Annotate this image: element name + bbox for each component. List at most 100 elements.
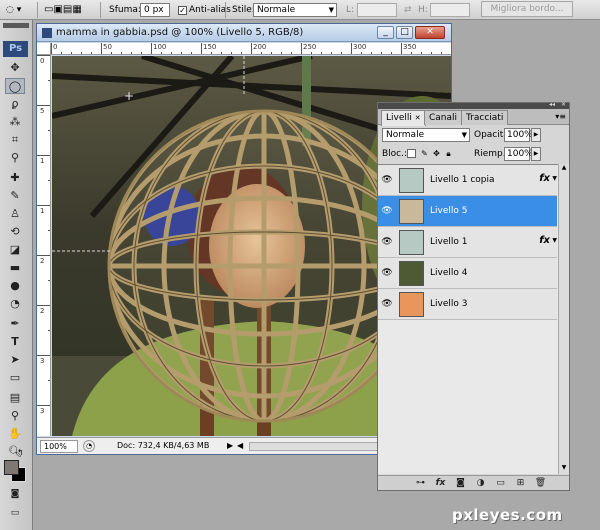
crop-tool-icon[interactable]: ⌗ <box>5 132 25 148</box>
panel-grip[interactable] <box>3 23 29 28</box>
divider <box>225 2 226 18</box>
feather-input[interactable]: 0 px <box>140 3 170 17</box>
clone-stamp-tool-icon[interactable]: ♙ <box>5 206 25 222</box>
close-icon[interactable]: ✕ <box>561 101 566 108</box>
tab-tracciati[interactable]: Tracciati <box>461 110 509 125</box>
add-mask-icon[interactable]: ◙ <box>454 477 467 489</box>
swap-colors-icon[interactable]: ↰ <box>17 448 24 457</box>
scroll-left-icon[interactable]: ◀ <box>237 441 243 450</box>
fill-input[interactable]: 100% <box>504 147 533 161</box>
fx-icon[interactable]: fx <box>539 235 550 246</box>
status-arrow-icon[interactable]: ▶ <box>227 441 233 450</box>
layer-row[interactable]: 👁︎ Livello 5 <box>378 196 557 227</box>
ruler-origin[interactable] <box>37 43 51 55</box>
tab-label: Livelli <box>386 113 412 123</box>
layer-row[interactable]: 👁︎ Livello 3 <box>378 289 557 320</box>
ruler-label: 0 <box>40 57 45 65</box>
new-layer-icon[interactable]: ⊞ <box>514 477 527 489</box>
eye-icon[interactable]: 👁︎ <box>380 297 394 311</box>
layer-name: Livello 3 <box>430 299 468 309</box>
maximize-button[interactable]: □ <box>396 26 413 39</box>
ruler-label: 1 <box>40 157 45 165</box>
minimize-button[interactable]: _ <box>377 26 394 39</box>
blur-tool-icon[interactable]: ● <box>5 278 25 294</box>
chevron-down-icon[interactable]: ▼ <box>552 175 557 182</box>
brush-tool-icon[interactable]: ✎ <box>5 188 25 204</box>
height-label: H: <box>418 5 428 15</box>
hand-tool-icon[interactable]: ✋ <box>5 426 25 442</box>
type-tool-icon[interactable]: T <box>5 334 25 350</box>
cage-sphere <box>109 111 419 421</box>
eyedropper-3d-tool-icon[interactable]: ⚲ <box>5 408 25 424</box>
chevron-down-icon[interactable]: ▼ <box>552 237 557 244</box>
antialias-checkbox[interactable]: ✓ Anti-alias <box>178 3 231 17</box>
path-selection-tool-icon[interactable]: ➤ <box>5 352 25 368</box>
divider <box>100 2 101 18</box>
screen-mode-icon[interactable]: ▭ <box>5 505 25 521</box>
link-layers-icon[interactable]: ⊶ <box>414 477 427 489</box>
gradient-tool-icon[interactable]: ▬ <box>5 260 25 276</box>
eye-icon[interactable]: 👁︎ <box>380 266 394 280</box>
dodge-tool-icon[interactable]: ◔ <box>5 296 25 312</box>
lock-position-icon[interactable]: ✥ <box>432 149 441 158</box>
move-tool-icon[interactable]: ✥ <box>5 60 25 76</box>
blend-mode-select[interactable]: Normale ▼ <box>382 128 470 142</box>
notes-tool-icon[interactable]: ▤ <box>5 390 25 406</box>
status-menu-icon[interactable]: ◔ <box>83 440 95 452</box>
quick-mask-icon[interactable]: ◙ <box>5 486 25 502</box>
shape-tool-icon[interactable]: ▭ <box>5 370 25 386</box>
opacity-input[interactable]: 100% <box>504 128 533 142</box>
foreground-color-swatch[interactable] <box>4 460 19 475</box>
tool-preset-icon[interactable]: ◌ ▾ <box>6 3 21 17</box>
panel-menu-icon[interactable]: ▾≡ <box>555 112 566 121</box>
trash-icon[interactable]: 🗑︎ <box>534 477 547 489</box>
scroll-up-icon[interactable]: ▲ <box>559 164 569 174</box>
layer-row[interactable]: 👁︎ Livello 4 <box>378 258 557 289</box>
document-titlebar[interactable]: mamma in gabbia.psd @ 100% (Livello 5, R… <box>37 24 451 42</box>
eye-icon[interactable]: 👁︎ <box>380 173 394 187</box>
layer-row[interactable]: 👁︎ Livello 1 fx ▼ <box>378 227 557 258</box>
ruler-label: 5 <box>40 107 45 115</box>
layer-thumbnail <box>399 168 424 193</box>
ruler-label: 150 <box>203 43 217 51</box>
history-brush-tool-icon[interactable]: ⟲ <box>5 224 25 240</box>
layer-thumbnail <box>399 292 424 317</box>
lasso-tool-icon[interactable]: ϼ <box>5 96 25 112</box>
collapse-icon[interactable]: ◂◂ <box>549 101 555 108</box>
width-input[interactable] <box>357 3 397 17</box>
fx-icon[interactable]: fx <box>539 173 550 184</box>
horizontal-ruler[interactable]: 0 50 100 150 200 250 300 350 <box>51 43 451 55</box>
close-button[interactable]: ✕ <box>415 26 445 39</box>
height-input[interactable] <box>430 3 470 17</box>
swap-icon[interactable]: ⇄ <box>404 3 412 17</box>
selection-mode-icons[interactable]: ▭▣▤▦ <box>44 3 82 17</box>
layers-scrollbar[interactable]: ▲ ▼ <box>558 164 569 474</box>
refine-edge-button[interactable]: Migliora bordo... <box>481 1 573 17</box>
magic-wand-tool-icon[interactable]: ⁂ <box>5 114 25 130</box>
zoom-input[interactable]: 100% <box>40 440 78 453</box>
eraser-tool-icon[interactable]: ◪ <box>5 242 25 258</box>
add-style-icon[interactable]: fx <box>434 477 447 489</box>
eyedropper-tool-icon[interactable]: ⚲ <box>5 150 25 166</box>
close-icon[interactable]: ✕ <box>415 114 421 122</box>
lock-transparency-icon[interactable] <box>407 149 416 158</box>
ruler-label: 200 <box>253 43 267 51</box>
opacity-slider-arrow[interactable]: ▶ <box>531 128 541 142</box>
pen-tool-icon[interactable]: ✒ <box>5 316 25 332</box>
ps-logo[interactable]: Ps <box>3 41 28 57</box>
layer-row[interactable]: 👁︎ Livello 1 copia fx ▼ <box>378 165 557 196</box>
adjustment-layer-icon[interactable]: ◑ <box>474 477 487 489</box>
eye-icon[interactable]: 👁︎ <box>380 204 394 218</box>
tab-livelli[interactable]: Livelli ✕ <box>381 110 426 126</box>
lock-pixels-icon[interactable]: ✎ <box>420 149 429 158</box>
scroll-down-icon[interactable]: ▼ <box>559 464 569 474</box>
eye-icon[interactable]: 👁︎ <box>380 235 394 249</box>
new-group-icon[interactable]: ▭ <box>494 477 507 489</box>
fill-slider-arrow[interactable]: ▶ <box>531 147 541 161</box>
vertical-ruler[interactable]: 0 5 1 1 2 2 3 3 <box>37 55 51 436</box>
marquee-tool-icon[interactable]: ◯ <box>5 78 25 94</box>
lock-all-icon[interactable]: 🔒︎ <box>444 149 453 158</box>
style-select[interactable]: Normale ▼ <box>253 3 337 17</box>
tab-canali[interactable]: Canali <box>424 110 463 125</box>
healing-tool-icon[interactable]: ✚ <box>5 170 25 186</box>
